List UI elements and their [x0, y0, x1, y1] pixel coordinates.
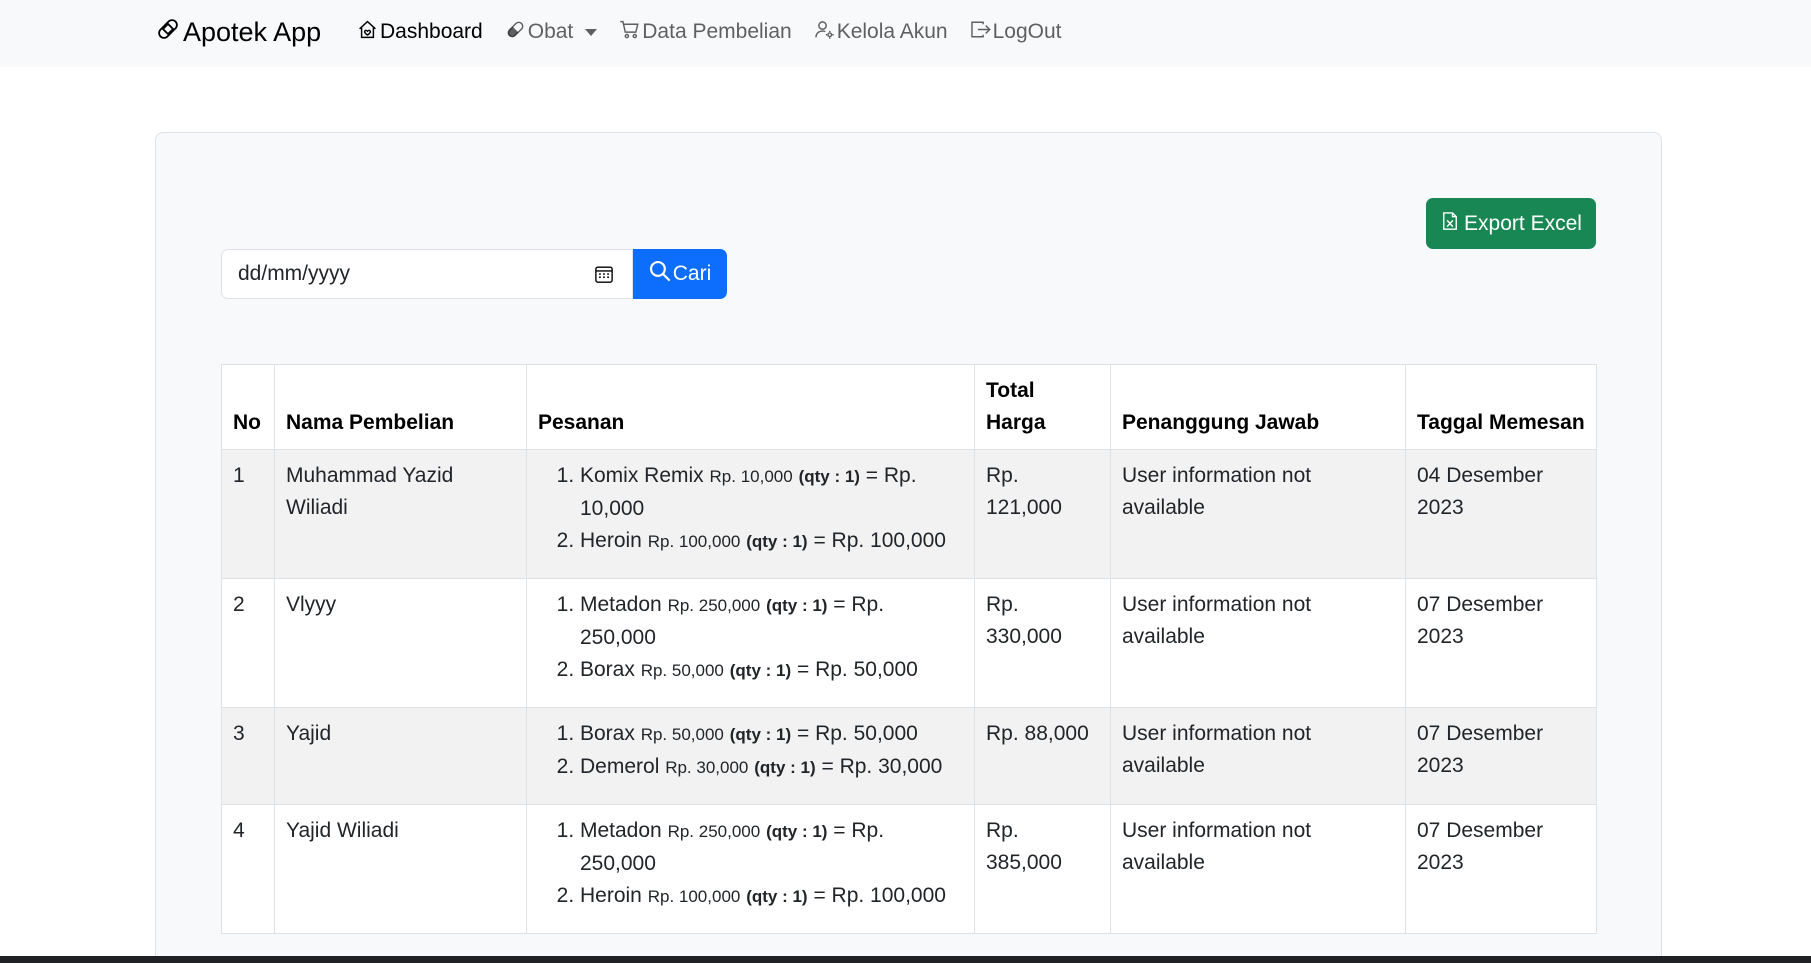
order-item: Borax Rp. 50,000 (qty : 1) = Rp. 50,000 — [580, 718, 963, 751]
nav-label-logout: LogOut — [992, 20, 1062, 43]
export-excel-label: Export Excel — [1464, 211, 1582, 235]
cell-no: 2 — [221, 578, 275, 708]
table-row: 2 Vlyyy Metadon Rp. 250,000 (qty : 1) = … — [221, 578, 1597, 708]
cell-name: Muhammad Yazid Wiliadi — [274, 449, 527, 579]
cell-date: 07 Desember 2023 — [1405, 804, 1597, 934]
brand-link[interactable]: Apotek App — [155, 14, 321, 50]
nav-menu: Dashboard Obat Data Pembelian Kelola Aku… — [357, 14, 1084, 50]
order-item: Metadon Rp. 250,000 (qty : 1) = Rp. 250,… — [580, 589, 963, 654]
table-row: 4 Yajid Wiliadi Metadon Rp. 250,000 (qty… — [221, 804, 1597, 934]
order-item: Heroin Rp. 100,000 (qty : 1) = Rp. 100,0… — [580, 525, 963, 558]
person-gear-icon — [814, 19, 835, 46]
search-button[interactable]: Cari — [633, 249, 727, 299]
file-excel-icon — [1440, 210, 1460, 238]
order-item: Komix Remix Rp. 10,000 (qty : 1) = Rp. 1… — [580, 460, 963, 525]
cell-date: 07 Desember 2023 — [1405, 707, 1597, 805]
cell-pic: User information not available — [1110, 804, 1406, 934]
nav-label-data-pembelian: Data Pembelian — [642, 20, 792, 43]
table-row: 1 Muhammad Yazid Wiliadi Komix Remix Rp.… — [221, 449, 1597, 579]
brand-label: Apotek App — [183, 16, 322, 47]
cell-date: 07 Desember 2023 — [1405, 578, 1597, 708]
cell-orders: Metadon Rp. 250,000 (qty : 1) = Rp. 250,… — [526, 804, 975, 934]
order-item: Borax Rp. 50,000 (qty : 1) = Rp. 50,000 — [580, 654, 963, 687]
house-heart-icon — [357, 19, 378, 46]
nav-label-dashboard: Dashboard — [380, 20, 483, 43]
cell-pic: User information not available — [1110, 707, 1406, 805]
navbar: Apotek App Dashboard Obat Data Pembelian — [0, 0, 1811, 67]
nav-item-dashboard[interactable]: Dashboard — [357, 19, 483, 46]
search-label: Cari — [672, 262, 712, 285]
nav-item-obat-dropdown[interactable]: Obat — [505, 19, 598, 46]
box-arrow-right-icon — [970, 19, 991, 46]
search-icon — [649, 260, 671, 288]
cell-name: Vlyyy — [274, 578, 527, 708]
column-header-nama-pembelian: Nama Pembelian — [274, 364, 527, 450]
capsule-icon — [505, 19, 526, 46]
cell-no: 3 — [221, 707, 275, 805]
column-header-total-harga: Total Harga — [974, 364, 1111, 450]
column-header-pesanan: Pesanan — [526, 364, 975, 450]
cell-date: 04 Desember 2023 — [1405, 449, 1597, 579]
column-header-no: No — [221, 364, 275, 450]
cell-total: Rp. 121,000 — [974, 449, 1111, 579]
cell-total: Rp. 88,000 — [974, 707, 1111, 805]
cell-orders: Komix Remix Rp. 10,000 (qty : 1) = Rp. 1… — [526, 449, 975, 579]
date-placeholder: dd/mm/yyyy — [238, 262, 351, 285]
cell-name: Yajid — [274, 707, 527, 805]
date-filter-input[interactable]: dd/mm/yyyy — [221, 249, 633, 299]
cell-no: 1 — [221, 449, 275, 579]
table-header-row: No Nama Pembelian Pesanan Total Harga Pe… — [221, 364, 1597, 450]
order-item: Demerol Rp. 30,000 (qty : 1) = Rp. 30,00… — [580, 751, 963, 784]
cart-icon — [619, 19, 640, 46]
cell-orders: Borax Rp. 50,000 (qty : 1) = Rp. 50,000 … — [526, 707, 975, 805]
calendar-icon[interactable] — [594, 264, 614, 284]
order-item: Metadon Rp. 250,000 (qty : 1) = Rp. 250,… — [580, 815, 963, 880]
nav-item-data-pembelian[interactable]: Data Pembelian — [619, 19, 792, 46]
purchase-table: No Nama Pembelian Pesanan Total Harga Pe… — [221, 364, 1597, 934]
cell-total: Rp. 385,000 — [974, 804, 1111, 934]
order-item: Heroin Rp. 100,000 (qty : 1) = Rp. 100,0… — [580, 880, 963, 913]
cell-pic: User information not available — [1110, 449, 1406, 579]
cell-orders: Metadon Rp. 250,000 (qty : 1) = Rp. 250,… — [526, 578, 975, 708]
nav-label-obat: Obat — [527, 20, 574, 43]
export-excel-button[interactable]: Export Excel — [1426, 198, 1596, 249]
cell-name: Yajid Wiliadi — [274, 804, 527, 934]
nav-label-kelola-akun: Kelola Akun — [836, 20, 948, 43]
column-header-taggal-memesan: Taggal Memesan — [1405, 364, 1597, 450]
window-bottom-edge — [0, 956, 1811, 963]
nav-item-logout[interactable]: LogOut — [970, 19, 1062, 46]
chevron-down-icon — [585, 28, 598, 36]
cell-total: Rp. 330,000 — [974, 578, 1111, 708]
column-header-penanggung-jawab: Penanggung Jawab — [1110, 364, 1406, 450]
cell-pic: User information not available — [1110, 578, 1406, 708]
table-row: 3 Yajid Borax Rp. 50,000 (qty : 1) = Rp.… — [221, 707, 1597, 805]
cell-no: 4 — [221, 804, 275, 934]
nav-item-kelola-akun[interactable]: Kelola Akun — [814, 19, 948, 46]
bandaid-icon — [155, 16, 181, 49]
